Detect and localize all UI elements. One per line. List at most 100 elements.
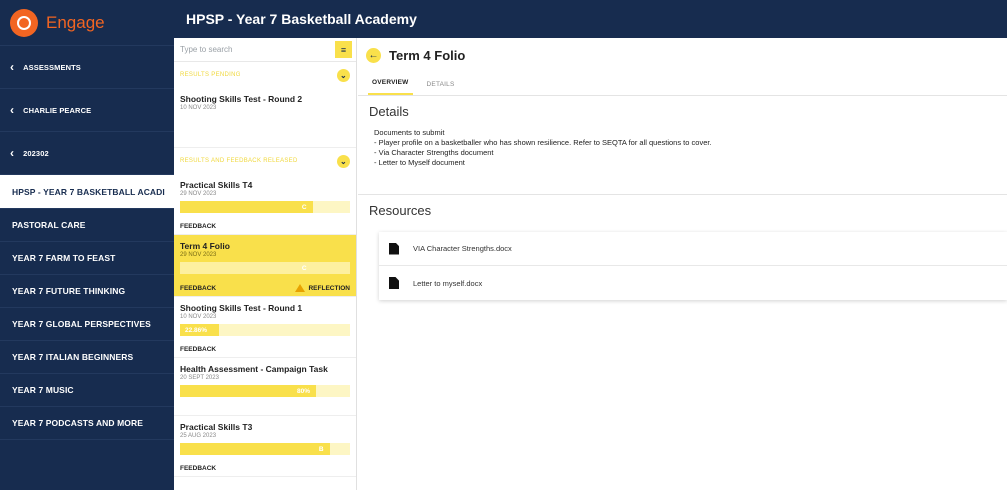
sidebar-item-global-perspectives[interactable]: YEAR 7 GLOBAL PERSPECTIVES bbox=[0, 308, 174, 341]
detail-title: Term 4 Folio bbox=[389, 47, 466, 63]
result-bar-fill: 80% bbox=[180, 385, 316, 397]
filter-icon[interactable]: ≡ bbox=[335, 41, 352, 58]
list-item[interactable]: Practical Skills T3 25 AUG 2023 B FEEDBA… bbox=[174, 416, 356, 477]
list-item[interactable]: Shooting Skills Test - Round 2 10 NOV 20… bbox=[174, 88, 356, 148]
assessment-list-panel: ≡ RESULTS PENDING ⌄ Shooting Skills Test… bbox=[174, 38, 357, 490]
section-results-released[interactable]: RESULTS AND FEEDBACK RELEASED ⌄ bbox=[174, 148, 356, 174]
warning-icon bbox=[295, 284, 306, 292]
result-bar-fill: B bbox=[180, 443, 330, 455]
reflection-label: REFLECTION bbox=[308, 284, 350, 292]
resources-heading: Resources bbox=[369, 203, 432, 218]
brand-name: Engage bbox=[46, 12, 105, 32]
list-item-selected[interactable]: Term 4 Folio 29 NOV 2023 C FEEDBACK REFL… bbox=[174, 235, 356, 297]
reflection-link[interactable]: REFLECTION bbox=[295, 284, 350, 292]
sidebar-item-basketball-academy[interactable]: HPSP - YEAR 7 BASKETBALL ACADI bbox=[0, 175, 174, 209]
page-header: HPSP - Year 7 Basketball Academy bbox=[174, 0, 1007, 38]
item-title: Shooting Skills Test - Round 1 bbox=[180, 303, 303, 313]
description-line: - Player profile on a basketballer who h… bbox=[374, 138, 712, 147]
item-date: 25 AUG 2023 bbox=[180, 433, 217, 439]
detail-tabs: OVERVIEW DETAILS bbox=[358, 72, 1007, 96]
description-line: - Letter to Myself document bbox=[374, 158, 465, 167]
result-bar: 22.86% bbox=[180, 324, 350, 336]
feedback-row: FEEDBACK bbox=[180, 223, 350, 230]
sidebar-item-label: HPSP - YEAR 7 BASKETBALL ACADI bbox=[12, 186, 165, 197]
sidebar-back-assessments[interactable]: ‹ ASSESSMENTS bbox=[0, 46, 174, 89]
chevron-left-icon: ‹ bbox=[10, 103, 15, 117]
description-line: Documents to submit bbox=[374, 128, 445, 137]
resource-name: Letter to myself.docx bbox=[413, 278, 483, 288]
chevron-left-icon: ‹ bbox=[10, 146, 15, 160]
section-results-pending[interactable]: RESULTS PENDING ⌄ bbox=[174, 62, 356, 88]
feedback-row: FEEDBACK bbox=[180, 465, 350, 472]
sidebar-item-italian-beginners[interactable]: YEAR 7 ITALIAN BEGINNERS bbox=[0, 341, 174, 374]
feedback-link[interactable]: FEEDBACK bbox=[180, 346, 216, 353]
item-date: 10 NOV 2023 bbox=[180, 314, 217, 320]
result-bar: 80% bbox=[180, 385, 350, 397]
list-item[interactable]: Shooting Skills Test - Round 1 10 NOV 20… bbox=[174, 297, 356, 358]
tab-overview[interactable]: OVERVIEW bbox=[368, 79, 413, 95]
chevron-left-icon: ‹ bbox=[10, 60, 15, 74]
sidebar-item-music[interactable]: YEAR 7 MUSIC bbox=[0, 374, 174, 407]
sidebar-back-term[interactable]: ‹ 202302 bbox=[0, 132, 174, 175]
list-item[interactable]: Practical Skills T4 29 NOV 2023 C FEEDBA… bbox=[174, 174, 356, 235]
sidebar: Engage ‹ ASSESSMENTS ‹ CHARLIE PEARCE ‹ … bbox=[0, 0, 174, 490]
sidebar-item-label: YEAR 7 FUTURE THINKING bbox=[12, 286, 126, 296]
item-date: 29 NOV 2023 bbox=[180, 191, 217, 197]
document-icon bbox=[389, 242, 399, 255]
item-date: 20 SEPT 2023 bbox=[180, 375, 219, 381]
sidebar-back-student[interactable]: ‹ CHARLIE PEARCE bbox=[0, 89, 174, 132]
item-title: Shooting Skills Test - Round 2 bbox=[180, 94, 303, 104]
sidebar-item-label: PASTORAL CARE bbox=[12, 220, 86, 230]
result-bar-fill: C bbox=[180, 262, 313, 274]
resource-item[interactable]: Letter to myself.docx bbox=[379, 266, 1007, 300]
result-bar-fill: 22.86% bbox=[180, 324, 220, 336]
item-title: Term 4 Folio bbox=[180, 241, 230, 251]
details-heading: Details bbox=[369, 104, 409, 119]
chevron-down-icon[interactable]: ⌄ bbox=[337, 68, 350, 82]
sidebar-item-future-thinking[interactable]: YEAR 7 FUTURE THINKING bbox=[0, 275, 174, 308]
sidebar-item-pastoral-care[interactable]: PASTORAL CARE bbox=[0, 209, 174, 242]
detail-panel: ← Term 4 Folio OVERVIEW DETAILS Details … bbox=[358, 38, 1007, 490]
sidebar-item-label: YEAR 7 GLOBAL PERSPECTIVES bbox=[12, 319, 151, 329]
item-date: 29 NOV 2023 bbox=[180, 252, 217, 258]
feedback-link[interactable]: FEEDBACK bbox=[180, 465, 216, 472]
result-bar-fill: C bbox=[180, 201, 313, 213]
sidebar-item-label: ASSESSMENTS bbox=[23, 62, 81, 72]
sidebar-item-label: YEAR 7 ITALIAN BEGINNERS bbox=[12, 352, 134, 362]
document-icon bbox=[389, 277, 399, 289]
sidebar-item-label: YEAR 7 FARM TO FEAST bbox=[12, 253, 116, 263]
description-line: - Via Character Strengths document bbox=[374, 148, 494, 157]
section-label: RESULTS AND FEEDBACK RELEASED bbox=[180, 158, 298, 164]
tab-details[interactable]: DETAILS bbox=[423, 81, 459, 95]
sidebar-nav: ‹ ASSESSMENTS ‹ CHARLIE PEARCE ‹ 202302 … bbox=[0, 46, 174, 440]
page-title: HPSP - Year 7 Basketball Academy bbox=[186, 11, 417, 27]
brand[interactable]: Engage bbox=[0, 0, 174, 46]
back-arrow-icon[interactable]: ← bbox=[366, 47, 381, 63]
sidebar-item-label: 202302 bbox=[23, 148, 49, 158]
result-bar: B bbox=[180, 443, 350, 455]
sidebar-item-farm-to-feast[interactable]: YEAR 7 FARM TO FEAST bbox=[0, 242, 174, 275]
result-bar: C bbox=[180, 201, 350, 213]
sidebar-item-label: CHARLIE PEARCE bbox=[23, 105, 92, 115]
resources-list: VIA Character Strengths.docx Letter to m… bbox=[379, 232, 1007, 300]
search-input[interactable] bbox=[174, 38, 324, 61]
item-date: 10 NOV 2023 bbox=[180, 105, 217, 111]
result-bar: C bbox=[180, 262, 350, 274]
sidebar-item-label: YEAR 7 MUSIC bbox=[12, 385, 74, 395]
item-title: Health Assessment - Campaign Task bbox=[180, 364, 328, 374]
resource-name: VIA Character Strengths.docx bbox=[413, 244, 512, 253]
detail-header: ← Term 4 Folio bbox=[358, 38, 1007, 72]
list-item[interactable]: Health Assessment - Campaign Task 20 SEP… bbox=[174, 358, 356, 416]
feedback-link[interactable]: FEEDBACK bbox=[180, 285, 216, 292]
chevron-down-icon[interactable]: ⌄ bbox=[337, 154, 350, 168]
resource-item[interactable]: VIA Character Strengths.docx bbox=[379, 232, 1007, 266]
section-label: RESULTS PENDING bbox=[180, 72, 241, 78]
item-title: Practical Skills T4 bbox=[180, 180, 253, 190]
feedback-link[interactable]: FEEDBACK bbox=[180, 223, 216, 230]
search-row: ≡ bbox=[174, 38, 356, 62]
engage-logo-icon bbox=[10, 8, 38, 37]
feedback-row: FEEDBACK bbox=[180, 346, 350, 353]
sidebar-item-label: YEAR 7 PODCASTS AND MORE bbox=[12, 418, 144, 428]
sidebar-item-podcasts[interactable]: YEAR 7 PODCASTS AND MORE bbox=[0, 407, 174, 440]
